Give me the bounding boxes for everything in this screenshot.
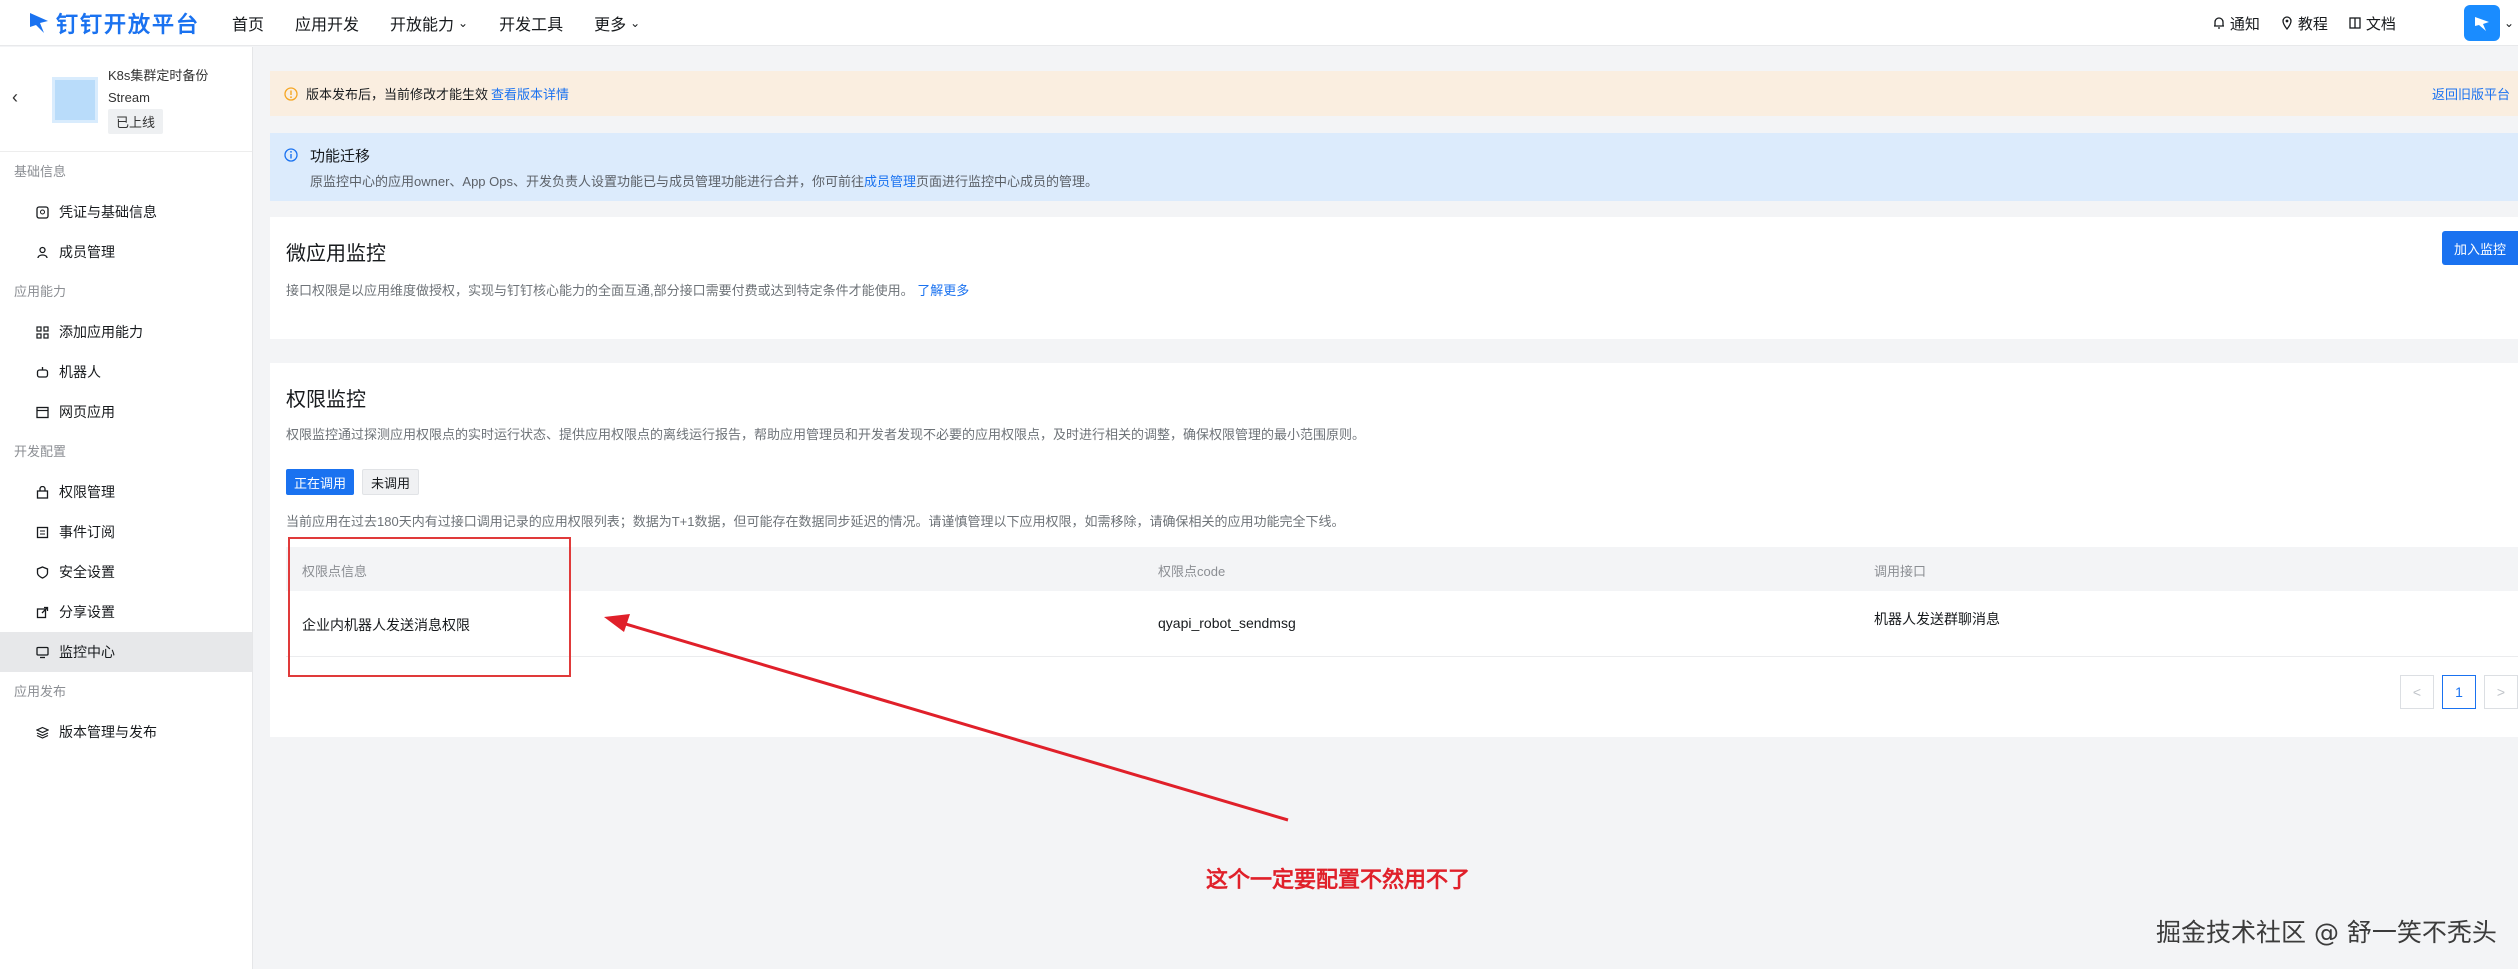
watermark: 掘金技术社区 @ 舒一笑不秃头 — [2156, 918, 2497, 947]
annotation-arrow-icon — [604, 614, 1289, 822]
annotation-text: 这个一定要配置不然用不了 — [1206, 868, 1471, 893]
